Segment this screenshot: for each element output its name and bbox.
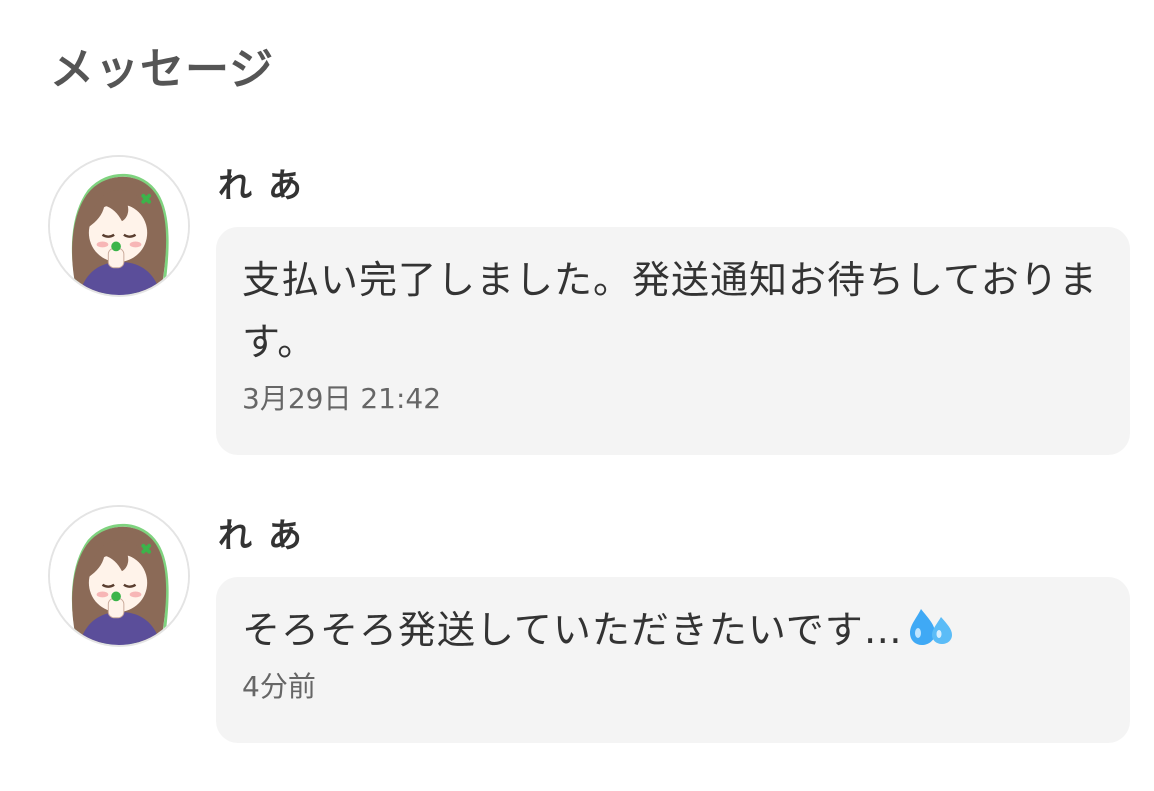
user-avatar-icon[interactable] <box>48 155 190 297</box>
message-bubble: そろそろ発送していただきたいです… 4分前 <box>216 577 1130 743</box>
message-text-content: そろそろ発送していただきたいです… <box>242 608 903 652</box>
user-avatar-icon[interactable] <box>48 505 190 647</box>
message-text: そろそろ発送していただきたいです… <box>242 599 1104 661</box>
message-timestamp: 4分前 <box>242 670 316 703</box>
sender-name: れ あ <box>218 516 304 556</box>
message-text: 支払い完了しました。発送通知お待ちしております。 <box>242 258 1098 364</box>
message-bubble: 支払い完了しました。発送通知お待ちしております。 3月29日 21:42 <box>216 227 1130 455</box>
sweat-droplets-icon <box>907 603 955 651</box>
message-timestamp: 3月29日 21:42 <box>242 382 442 415</box>
sender-name: れ あ <box>218 166 304 206</box>
page-title: メッセージ <box>50 44 275 95</box>
